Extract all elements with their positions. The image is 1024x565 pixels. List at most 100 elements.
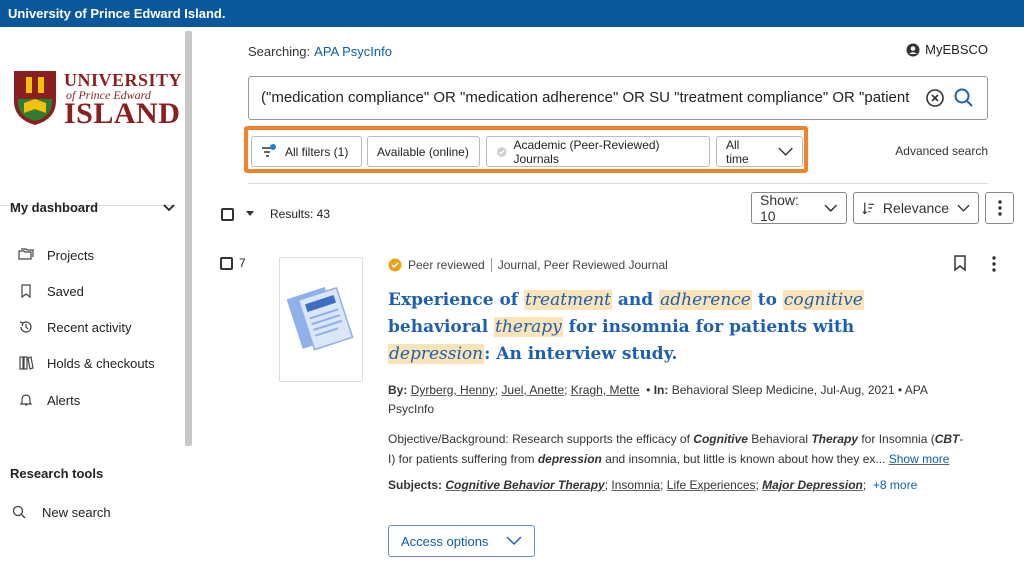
abstract-term: depression: [537, 452, 602, 466]
myebsco-button[interactable]: MyEBSCO: [906, 42, 988, 57]
chip-label: Available (online): [377, 144, 469, 159]
peer-reviewed-chip[interactable]: Academic (Peer-Reviewed) Journals: [486, 136, 710, 167]
sidebar-item-label: New search: [42, 504, 111, 520]
database-link[interactable]: APA PsycInfo: [314, 44, 392, 59]
show-more-link[interactable]: Show more: [889, 452, 950, 466]
more-options-button[interactable]: [985, 192, 1014, 224]
subject-link[interactable]: Insomnia: [611, 478, 660, 492]
sidebar-item-alerts[interactable]: Alerts: [18, 392, 80, 408]
document-icon: [286, 286, 354, 351]
chip-label: Academic (Peer-Reviewed) Journals: [513, 137, 660, 166]
divider: [248, 183, 988, 184]
sort-dropdown[interactable]: Relevance: [853, 192, 979, 224]
subject-link[interactable]: Life Experiences: [667, 478, 756, 492]
filter-bar: All filters (1) Available (online) Acade…: [244, 126, 808, 173]
bell-icon: [19, 394, 33, 406]
title-highlight: adherence: [659, 290, 752, 310]
main-content: Searching: APA PsycInfo MyEBSCO ("medicat…: [200, 27, 1024, 565]
result-thumbnail[interactable]: [279, 257, 363, 382]
search-icon[interactable]: [953, 87, 975, 109]
available-online-chip[interactable]: Available (online): [367, 136, 480, 167]
title-text: Experience of: [388, 290, 525, 310]
subject-link[interactable]: Cognitive Behavior Therapy: [445, 478, 604, 492]
author-link[interactable]: Kragh, Mette: [571, 383, 640, 397]
clear-icon[interactable]: [925, 88, 945, 108]
my-dashboard-toggle[interactable]: My dashboard: [10, 200, 175, 215]
access-options-dropdown[interactable]: Access options: [388, 525, 535, 557]
sort-label: Relevance: [882, 200, 950, 216]
publication-type: Journal, Peer Reviewed Journal: [497, 258, 668, 272]
title-text: behavioral: [388, 317, 495, 337]
more-subjects-link[interactable]: +8 more: [873, 478, 917, 492]
chevron-down-icon: [824, 204, 838, 212]
folders-icon: [18, 248, 34, 260]
chip-label: All time: [726, 137, 749, 166]
in-label: In:: [653, 383, 669, 397]
author-link[interactable]: Dyrberg, Henny: [411, 383, 495, 397]
abstract-term: Cognitive: [693, 432, 748, 446]
university-logo[interactable]: UNIVERSITY of Prince Edward ISLAND: [12, 67, 182, 162]
peer-reviewed-badge-icon: [388, 258, 402, 272]
abstract-term: Therapy: [811, 432, 859, 446]
title-text: to: [751, 290, 783, 310]
result-number: 7: [239, 256, 246, 270]
sidebar-item-new-search[interactable]: New search: [11, 504, 111, 520]
subjects-label: Subjects:: [388, 478, 443, 492]
subject-link[interactable]: Major Depression: [762, 478, 863, 492]
my-dashboard-label: My dashboard: [10, 200, 99, 215]
sidebar-item-label: Holds & checkouts: [47, 355, 155, 371]
user-icon: [906, 43, 920, 56]
sidebar-item-holds-checkouts[interactable]: Holds & checkouts: [18, 355, 155, 371]
bookmark-icon[interactable]: [953, 255, 967, 271]
result-checkbox[interactable]: [220, 257, 233, 270]
results-count: Results: 43: [270, 207, 331, 221]
crest-icon: [14, 71, 56, 125]
title-text: for insomnia for patients with: [562, 317, 855, 337]
abstract-text: and insomnia, but little is known about …: [601, 452, 886, 466]
search-icon: [12, 505, 26, 519]
sort-icon: [862, 202, 874, 215]
by-label: By:: [388, 383, 408, 397]
title-text: and: [612, 290, 660, 310]
sidebar-scrollbar[interactable]: [185, 31, 192, 446]
abstract-text: Behavioral: [747, 432, 812, 446]
history-icon: [19, 321, 32, 333]
sidebar-item-projects[interactable]: Projects: [18, 247, 94, 263]
chevron-down-icon: [163, 203, 175, 211]
logo-word-island: ISLAND: [64, 97, 181, 130]
abstract-text: Objective/Background: Research supports …: [388, 432, 694, 446]
search-query[interactable]: ("medication compliance" OR "medication …: [261, 89, 911, 106]
check-badge-icon: [496, 146, 507, 157]
abstract-text: for Insomnia (: [858, 432, 935, 446]
access-options-label: Access options: [401, 533, 489, 549]
kebab-icon: [997, 200, 1002, 216]
select-all-checkbox[interactable]: [221, 208, 234, 221]
search-input[interactable]: ("medication compliance" OR "medication …: [248, 76, 988, 120]
select-menu-caret[interactable]: [246, 211, 254, 216]
sidebar-item-label: Recent activity: [47, 319, 132, 335]
kebab-icon[interactable]: [992, 256, 996, 272]
sidebar-item-saved[interactable]: Saved: [18, 283, 84, 299]
author-link[interactable]: Juel, Anette: [501, 383, 564, 397]
title-highlight: depression: [388, 344, 485, 364]
filter-icon: [262, 143, 276, 157]
result-abstract: Objective/Background: Research supports …: [388, 429, 968, 469]
searching-line: Searching: APA PsycInfo: [248, 44, 392, 59]
searching-label: Searching:: [248, 44, 311, 59]
chevron-down-icon: [506, 536, 522, 546]
abstract-term: CBT: [934, 432, 960, 446]
chevron-down-icon: [778, 147, 793, 156]
result-title-link[interactable]: Experience of treatment and adherence to…: [388, 287, 958, 368]
sidebar: UNIVERSITY of Prince Edward ISLAND My da…: [0, 27, 187, 537]
sidebar-item-label: Projects: [47, 247, 94, 263]
page-size-dropdown[interactable]: Show: 10: [751, 192, 847, 224]
result-subjects: Subjects: Cognitive Behavior Therapy; In…: [388, 478, 918, 492]
all-filters-label: All filters (1): [285, 144, 349, 159]
books-icon: [19, 356, 34, 370]
title-highlight: treatment: [524, 290, 612, 310]
advanced-search-link[interactable]: Advanced search: [895, 144, 988, 158]
research-tools-heading: Research tools: [10, 466, 104, 481]
all-filters-button[interactable]: All filters (1): [251, 136, 362, 167]
date-range-dropdown[interactable]: All time: [716, 136, 803, 167]
sidebar-item-recent-activity[interactable]: Recent activity: [18, 319, 132, 335]
